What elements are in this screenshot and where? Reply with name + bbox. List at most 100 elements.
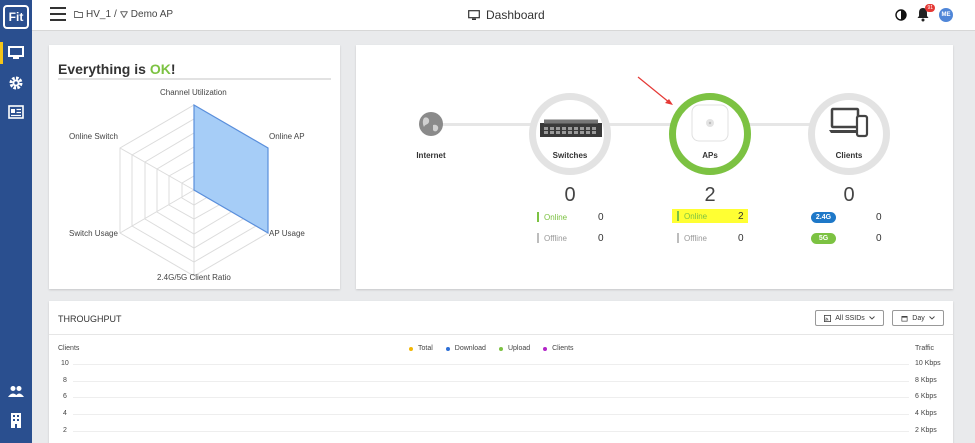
online-indicator: [537, 212, 539, 222]
legend-item-clients[interactable]: Clients: [543, 345, 574, 352]
breadcrumb-site[interactable]: HV_1: [86, 9, 111, 20]
offline-indicator: [677, 233, 679, 243]
offline-indicator: [537, 233, 539, 243]
breadcrumb: HV_1 / Demo AP: [74, 9, 173, 20]
switches-online-row: Online 0: [537, 210, 612, 224]
period-label: Day: [912, 314, 925, 322]
gridline: [73, 397, 909, 398]
theme-toggle-icon[interactable]: [895, 8, 907, 21]
online-indicator: [677, 211, 679, 221]
legend-item-download[interactable]: Download: [445, 345, 486, 352]
right-axis-title: Traffic: [915, 345, 935, 352]
gridline: [73, 414, 909, 415]
calendar-icon: [901, 315, 908, 321]
switches-count: 0: [564, 184, 576, 206]
left-axis-title: Clients: [58, 345, 80, 352]
page-title-text: Dashboard: [486, 8, 545, 22]
building-icon: [11, 413, 21, 428]
users-icon: [8, 386, 24, 397]
legend-item-upload[interactable]: Upload: [498, 345, 531, 352]
monitor-icon: [468, 9, 480, 20]
legend-dot: [445, 346, 450, 351]
left-tick: 10: [61, 360, 69, 367]
sidebar: Fit: [0, 0, 32, 443]
radar-label-switch-usage: Switch Usage: [69, 229, 118, 238]
globe-icon[interactable]: [418, 111, 444, 137]
ssid-filter-dropdown[interactable]: All SSIDs: [815, 310, 884, 326]
band-24g-count-wrap: 0: [876, 210, 896, 224]
radar-value-area: [193, 103, 269, 235]
left-tick: 4: [63, 410, 67, 417]
breadcrumb-separator: /: [114, 9, 117, 20]
period-dropdown[interactable]: Day: [892, 310, 944, 326]
ssid-filter-label: All SSIDs: [835, 314, 865, 322]
switch-device-icon: [540, 119, 602, 137]
access-point-icon: [691, 104, 729, 142]
legend-dot: [543, 346, 548, 351]
switches-offline-count: 0: [598, 232, 604, 244]
chevron-down-icon: [868, 316, 875, 320]
legend-label-total: Total: [418, 345, 433, 352]
gridline: [73, 431, 909, 432]
aps-count: 2: [704, 184, 716, 206]
annotation-arrow: [637, 76, 673, 105]
legend-label-download: Download: [454, 345, 486, 352]
switches-label: Switches: [552, 151, 588, 160]
aps-online-count: 2: [738, 210, 744, 222]
gear-icon: [9, 76, 23, 90]
legend-label-clients: Clients: [552, 345, 574, 352]
right-tick: 6 Kbps: [915, 393, 937, 400]
legend-dot: [409, 346, 413, 351]
left-tick: 6: [63, 393, 67, 400]
radar-label-client-ratio: 2.4G/5G Client Ratio: [157, 273, 231, 282]
legend-item-total[interactable]: Total: [409, 345, 433, 352]
band-5g-pill: 5G: [811, 233, 836, 244]
left-tick: 8: [63, 377, 67, 384]
devices-icon: [829, 107, 869, 138]
notifications-button[interactable]: 91: [916, 4, 935, 22]
header-actions: 91 ME: [895, 4, 953, 22]
sidebar-item-users[interactable]: [0, 378, 32, 404]
radar-label-ap-usage: AP Usage: [269, 229, 305, 238]
switches-offline-row: Offline 0: [537, 231, 612, 245]
band-24g-pill: 2.4G: [811, 212, 836, 223]
report-icon: [8, 105, 24, 119]
health-radar-chart: [119, 103, 269, 277]
switches-online-count: 0: [598, 211, 604, 223]
sidebar-item-settings[interactable]: [0, 70, 32, 96]
chevron-down-icon: [928, 316, 935, 320]
health-card: Everything is OK! Channel Utilization On…: [49, 45, 340, 289]
monitor-icon: [8, 46, 24, 59]
sidebar-item-dashboard[interactable]: [0, 40, 32, 66]
aps-offline-count: 0: [738, 232, 744, 244]
right-tick: 10 Kbps: [915, 360, 941, 367]
right-tick: 2 Kbps: [915, 427, 937, 434]
radar-label-online-ap: Online AP: [269, 132, 305, 141]
band-5g-count-wrap: 0: [876, 231, 896, 245]
network-icon: [119, 11, 128, 18]
right-tick: 4 Kbps: [915, 410, 937, 417]
band-5g-count: 0: [876, 232, 882, 244]
menu-toggle-button[interactable]: [50, 7, 66, 21]
sidebar-item-sites[interactable]: [0, 407, 32, 433]
switches-offline-label: Offline: [544, 233, 567, 243]
divider: [49, 334, 953, 335]
radar-label-online-switch: Online Switch: [69, 132, 118, 141]
clients-label: Clients: [835, 151, 863, 160]
user-avatar[interactable]: ME: [939, 7, 953, 22]
band-24g-count: 0: [876, 211, 882, 223]
rss-icon: [824, 314, 832, 322]
switches-online-label: Online: [544, 212, 568, 222]
clients-count: 0: [843, 184, 855, 206]
brand-logo[interactable]: Fit: [3, 5, 29, 29]
folder-icon: [74, 11, 83, 18]
gridline: [73, 381, 909, 382]
radar-label-channel-utilization: Channel Utilization: [160, 88, 227, 97]
aps-label: APs: [702, 151, 718, 160]
top-header: HV_1 / Demo AP Dashboard 91 ME: [32, 0, 975, 31]
internet-label: Internet: [416, 151, 446, 160]
gridline: [73, 364, 909, 365]
sidebar-item-reports[interactable]: [0, 99, 32, 125]
breadcrumb-network[interactable]: Demo AP: [131, 9, 173, 20]
legend-label-upload: Upload: [507, 345, 531, 352]
